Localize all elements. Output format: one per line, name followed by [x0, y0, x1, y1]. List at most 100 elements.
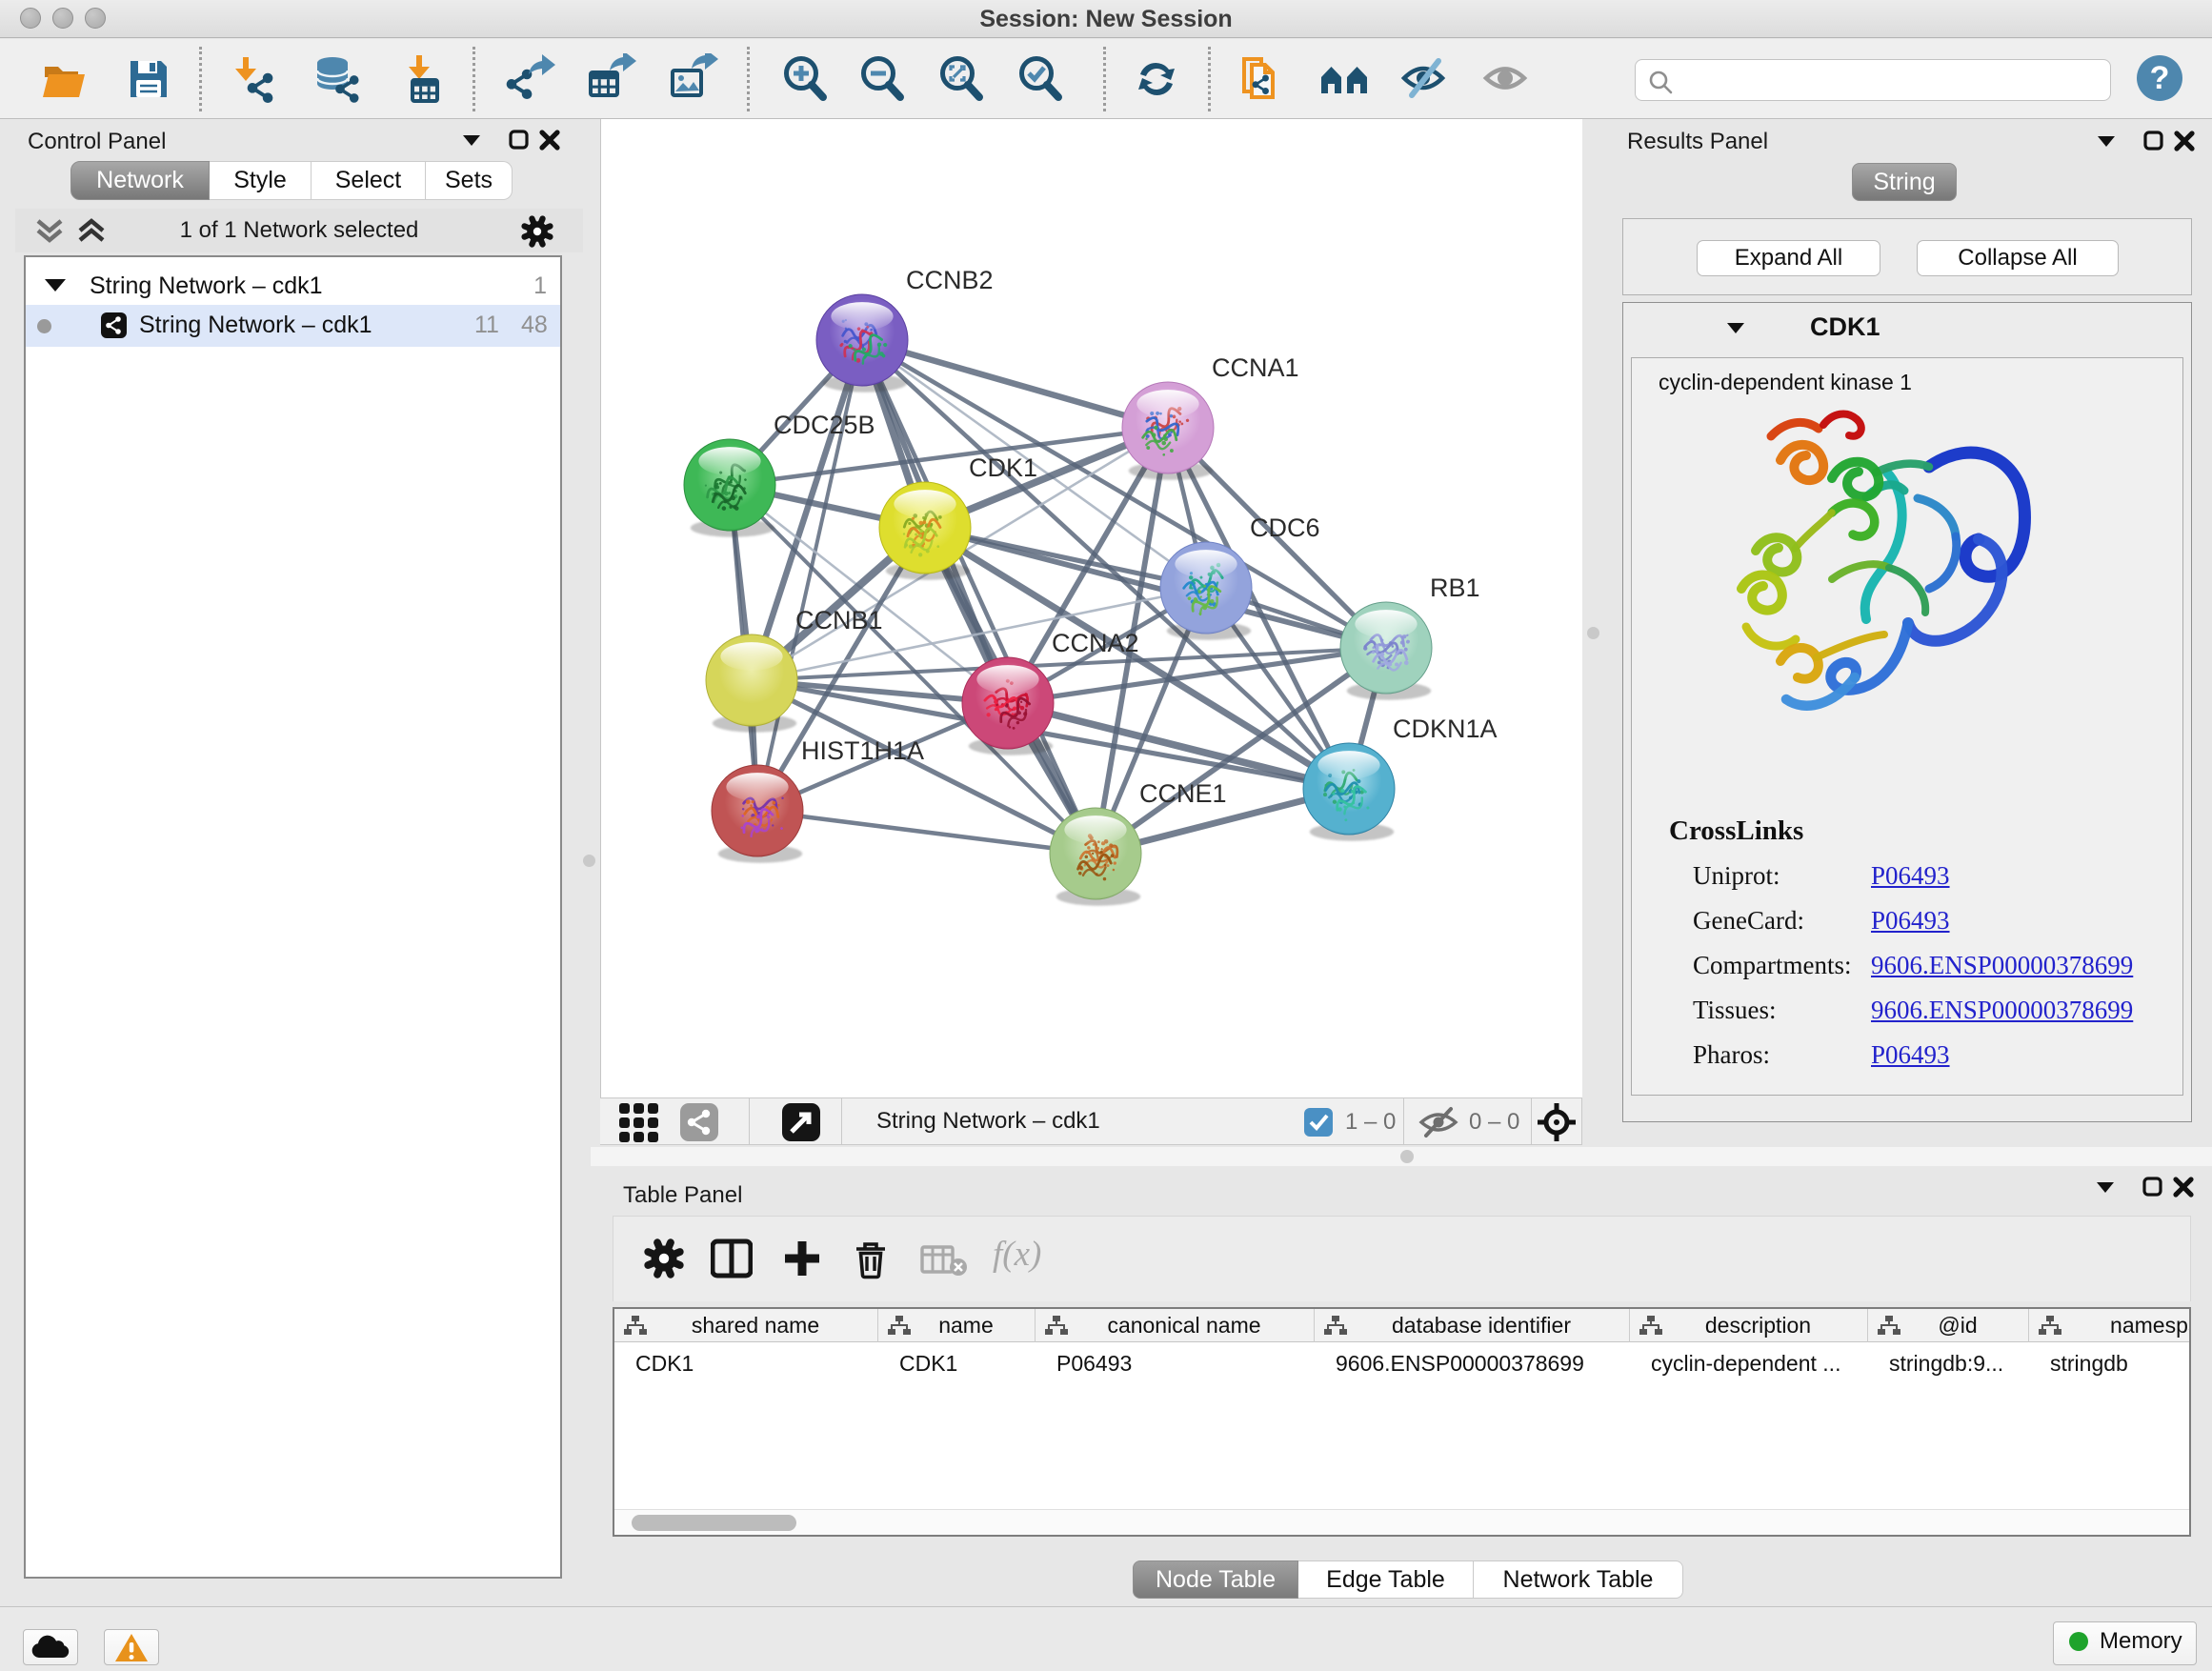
open-session-icon [39, 53, 90, 105]
search-input[interactable] [1681, 64, 2101, 96]
tab-network[interactable]: Network [70, 161, 210, 200]
table-row[interactable]: CDK1CDK1P064939606.ENSP00000378699cyclin… [614, 1343, 2189, 1384]
zoom-in-button[interactable] [779, 53, 831, 105]
column-header-namespace[interactable]: namespace [2029, 1309, 2191, 1342]
column-header-description[interactable]: description [1630, 1309, 1868, 1342]
node-CDK1[interactable] [879, 482, 971, 580]
collapse-triangle-icon[interactable] [1725, 320, 1746, 335]
export-network-button[interactable] [504, 53, 555, 105]
show-all-button[interactable] [1482, 53, 1534, 105]
collapse-all-button[interactable]: Collapse All [1917, 240, 2119, 276]
first-neighbors-button[interactable] [1318, 53, 1370, 105]
panel-menu-icon[interactable] [2097, 1182, 2114, 1193]
column-header-database-identifier[interactable]: database identifier [1315, 1309, 1630, 1342]
center-view-crosshair-icon[interactable] [1536, 1101, 1578, 1143]
table-options-gear-icon[interactable] [643, 1238, 685, 1279]
birds-eye-view-icon[interactable] [617, 1101, 659, 1143]
import-network-file-button[interactable] [228, 53, 279, 105]
memory-button[interactable]: Memory [2053, 1621, 2197, 1665]
column-type-icon [2039, 1315, 2061, 1336]
network-options-gear-icon[interactable] [518, 212, 556, 251]
export-image-button[interactable] [667, 53, 718, 105]
delete-table-icon[interactable] [920, 1241, 968, 1278]
tab-string[interactable]: String [1852, 163, 1957, 201]
left-splitter-handle[interactable] [583, 855, 595, 867]
scrollbar-thumb[interactable] [632, 1515, 796, 1531]
table-cell[interactable]: stringdb:9... [1868, 1343, 2029, 1384]
expand-all-tree-icon[interactable] [80, 221, 103, 240]
panel-float-icon[interactable] [511, 131, 527, 148]
tab-network-table[interactable]: Network Table [1474, 1560, 1683, 1599]
apply-layout-button[interactable] [1131, 53, 1182, 105]
column-header-at-id[interactable]: @id [1868, 1309, 2029, 1342]
zoom-selected-button[interactable] [1015, 53, 1066, 105]
warning-button[interactable] [104, 1629, 159, 1665]
import-network-database-button[interactable] [312, 53, 363, 105]
protein-header[interactable]: CDK1 [1623, 303, 2191, 351]
edge-HIST1H1A-CCNE1[interactable] [757, 811, 1096, 854]
export-table-button[interactable] [585, 53, 636, 105]
open-session-button[interactable] [39, 53, 90, 105]
node-CCNE1[interactable] [1050, 808, 1141, 906]
panel-close-icon[interactable] [2177, 133, 2192, 149]
protein-result-box: CDK1 cyclin-dependent kinase 1 CrossLink… [1622, 302, 2192, 1122]
network-view-canvas[interactable]: CCNB2CCNA1CDC25BCDK1CDC6RB1CCNB1CCNA2CDK… [600, 119, 1582, 1097]
splitter-handle[interactable] [1400, 1150, 1414, 1163]
tab-edge-table[interactable]: Edge Table [1298, 1560, 1474, 1599]
node-CDC25B[interactable] [684, 439, 775, 537]
network-collection-row[interactable]: String Network – cdk11 [26, 266, 560, 309]
panel-menu-icon[interactable] [2098, 136, 2115, 147]
column-type-icon [1878, 1315, 1900, 1336]
show-columns-icon[interactable] [711, 1238, 753, 1279]
zoom-fit-button[interactable] [935, 53, 987, 105]
collapse-all-tree-icon[interactable] [38, 221, 61, 240]
node-CCNA1[interactable] [1122, 382, 1214, 480]
tab-node-table[interactable]: Node Table [1133, 1560, 1298, 1599]
table-cell[interactable]: CDK1 [614, 1343, 878, 1384]
tree-expand-triangle-icon[interactable] [43, 275, 68, 294]
node-RB1[interactable] [1340, 602, 1432, 700]
clone-network-button[interactable] [1237, 53, 1288, 105]
crosslink-link[interactable]: P06493 [1871, 861, 1950, 891]
crosslink-link[interactable]: P06493 [1871, 906, 1950, 936]
tab-select[interactable]: Select [312, 161, 426, 200]
node-CCNB1[interactable] [706, 634, 797, 733]
panel-float-icon[interactable] [2145, 132, 2162, 149]
open-in-new-window-icon[interactable] [782, 1103, 820, 1141]
help-button[interactable]: ? [2135, 53, 2184, 103]
crosslink-link[interactable]: P06493 [1871, 1040, 1950, 1070]
panel-close-icon[interactable] [2176, 1179, 2191, 1195]
table-cell[interactable]: P06493 [1036, 1343, 1315, 1384]
expand-all-button[interactable]: Expand All [1697, 240, 1880, 276]
network-share-icon[interactable] [680, 1103, 718, 1141]
column-header-name[interactable]: name [878, 1309, 1036, 1342]
cloud-button[interactable] [23, 1629, 78, 1665]
delete-column-icon[interactable] [850, 1238, 892, 1279]
crosslink-link[interactable]: 9606.ENSP00000378699 [1871, 951, 2133, 980]
column-header-shared-name[interactable]: shared name [614, 1309, 878, 1342]
right-splitter-handle[interactable] [1587, 627, 1599, 639]
function-builder-fx-icon[interactable]: f(x) [993, 1234, 1041, 1275]
save-session-button[interactable] [123, 53, 174, 105]
panel-menu-icon[interactable] [463, 135, 480, 146]
crosslink-link[interactable]: 9606.ENSP00000378699 [1871, 996, 2133, 1025]
tab-style[interactable]: Style [210, 161, 312, 200]
edge-CCNB2-CCNE1[interactable] [862, 340, 1096, 854]
table-cell[interactable]: stringdb [2029, 1343, 2191, 1384]
node-CCNA2[interactable] [962, 657, 1054, 755]
tab-sets[interactable]: Sets [426, 161, 513, 200]
table-horizontal-scrollbar[interactable] [614, 1509, 2189, 1535]
table-cell[interactable]: cyclin-dependent ... [1630, 1343, 1868, 1384]
hide-selected-button[interactable] [1400, 53, 1452, 105]
panel-close-icon[interactable] [542, 132, 557, 148]
network-row-selected[interactable]: String Network – cdk11148 [26, 305, 560, 347]
add-column-icon[interactable] [781, 1238, 823, 1279]
zoom-out-button[interactable] [856, 53, 908, 105]
column-header-canonical-name[interactable]: canonical name [1036, 1309, 1315, 1342]
node-CDKN1A[interactable] [1303, 743, 1395, 841]
panel-float-icon[interactable] [2144, 1178, 2161, 1195]
node-HIST1H1A[interactable] [712, 765, 803, 863]
import-table-file-button[interactable] [399, 53, 451, 105]
table-cell[interactable]: 9606.ENSP00000378699 [1315, 1343, 1630, 1384]
table-cell[interactable]: CDK1 [878, 1343, 1036, 1384]
